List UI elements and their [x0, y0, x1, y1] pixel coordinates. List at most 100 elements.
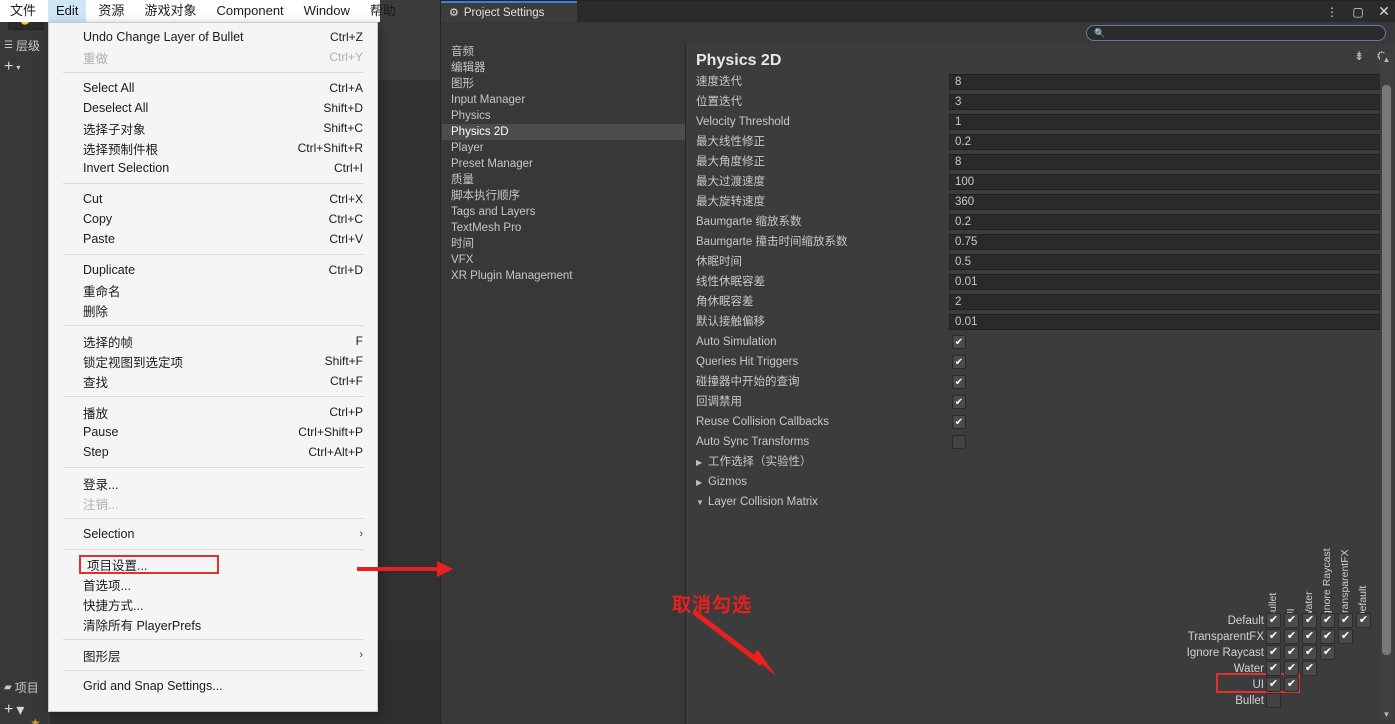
foldout-header[interactable]: ▶ 工作选择（实验性） [696, 452, 812, 473]
property-checkbox[interactable]: ✔ [952, 355, 966, 369]
search-box[interactable]: 🔍 [1086, 25, 1386, 41]
menu-item[interactable]: Copy Ctrl+C [49, 209, 377, 229]
menu-item[interactable]: 快捷方式... [49, 594, 377, 614]
settings-nav-item[interactable]: Physics 2D [442, 124, 685, 140]
property-checkbox[interactable]: ✔ [952, 375, 966, 389]
property-value-field[interactable]: 8 [949, 154, 1385, 170]
settings-nav-item[interactable]: Preset Manager [442, 156, 685, 172]
tab-project-settings[interactable]: ⚙ Project Settings [441, 1, 577, 22]
menu-item[interactable]: Step Ctrl+Alt+P [49, 442, 377, 462]
matrix-checkbox[interactable]: ✔ [1338, 629, 1353, 644]
menu-item[interactable]: 项目设置... [79, 555, 219, 574]
menu-item[interactable]: 选择预制件根 Ctrl+Shift+R [49, 138, 377, 158]
project-tab[interactable]: ▰ 项目 [0, 676, 48, 698]
menu-item[interactable]: 查找 Ctrl+F [49, 371, 377, 391]
matrix-checkbox[interactable] [1266, 693, 1281, 708]
matrix-checkbox[interactable]: ✔ [1284, 661, 1299, 676]
property-value-field[interactable]: 1 [949, 114, 1385, 130]
matrix-checkbox[interactable]: ✔ [1320, 645, 1335, 660]
settings-nav-item[interactable]: Player [442, 140, 685, 156]
maximize-icon[interactable]: ▢ [1350, 5, 1366, 19]
menu-item[interactable]: Cut Ctrl+X [49, 189, 377, 209]
matrix-checkbox[interactable]: ✔ [1356, 613, 1371, 628]
matrix-checkbox[interactable]: ✔ [1302, 645, 1317, 660]
menu-item[interactable]: Deselect All Shift+D [49, 98, 377, 118]
settings-nav-item[interactable]: VFX [442, 252, 685, 268]
matrix-checkbox[interactable]: ✔ [1266, 613, 1281, 628]
matrix-checkbox[interactable]: ✔ [1302, 629, 1317, 644]
triangle-down-icon[interactable]: ▼ [696, 493, 708, 513]
menu-item[interactable]: Pause Ctrl+Shift+P [49, 422, 377, 442]
hierarchy-tab[interactable]: ☰ 层级 [0, 34, 48, 56]
menu-item[interactable]: Select All Ctrl+A [49, 78, 377, 98]
menu-item[interactable]: 删除 [49, 300, 377, 320]
matrix-checkbox[interactable]: ✔ [1320, 613, 1335, 628]
search-input[interactable] [1110, 27, 1366, 39]
menubar-item-4[interactable]: Component [208, 0, 291, 22]
close-icon[interactable]: ✕ [1376, 3, 1392, 20]
property-checkbox[interactable]: ✔ [952, 335, 966, 349]
property-value-field[interactable]: 0.5 [949, 254, 1385, 270]
settings-nav-item[interactable]: XR Plugin Management [442, 268, 685, 284]
settings-nav-item[interactable]: TextMesh Pro [442, 220, 685, 236]
menu-item[interactable]: 清除所有 PlayerPrefs [49, 614, 377, 634]
settings-nav-item[interactable]: Input Manager [442, 92, 685, 108]
property-value-field[interactable]: 100 [949, 174, 1385, 190]
matrix-checkbox[interactable]: ✔ [1266, 645, 1281, 660]
property-value-field[interactable]: 0.2 [949, 134, 1385, 150]
menubar-item-0[interactable]: 文件 [2, 0, 44, 22]
matrix-checkbox[interactable]: ✔ [1284, 629, 1299, 644]
menu-item[interactable]: Paste Ctrl+V [49, 229, 377, 249]
menu-item[interactable]: Undo Change Layer of Bullet Ctrl+Z [49, 27, 377, 47]
menu-item[interactable]: 选择的帧 F [49, 331, 377, 351]
matrix-checkbox[interactable]: ✔ [1284, 645, 1299, 660]
matrix-checkbox[interactable]: ✔ [1266, 661, 1281, 676]
property-value-field[interactable]: 0.2 [949, 214, 1385, 230]
settings-nav-item[interactable]: 图形 [442, 76, 685, 92]
property-value-field[interactable]: 360 [949, 194, 1385, 210]
property-value-field[interactable]: 0.01 [949, 274, 1385, 290]
menubar-item-5[interactable]: Window [296, 0, 358, 22]
settings-nav-item[interactable]: 质量 [442, 172, 685, 188]
matrix-checkbox[interactable]: ✔ [1302, 613, 1317, 628]
property-checkbox[interactable]: ✔ [952, 415, 966, 429]
menu-item[interactable]: 首选项... [49, 574, 377, 594]
scroll-down-arrow[interactable]: ▼ [1382, 710, 1391, 719]
menu-item[interactable]: Selection › [49, 524, 377, 544]
matrix-checkbox[interactable]: ✔ [1266, 677, 1281, 692]
menu-item[interactable]: 图形层 › [49, 645, 377, 665]
matrix-checkbox[interactable]: ✔ [1284, 613, 1299, 628]
property-value-field[interactable]: 8 [949, 74, 1385, 90]
settings-nav-item[interactable]: Physics [442, 108, 685, 124]
matrix-checkbox[interactable]: ✔ [1338, 613, 1353, 628]
settings-nav-item[interactable]: Tags and Layers [442, 204, 685, 220]
vertical-scrollbar[interactable]: ▲ ▼ [1380, 53, 1393, 721]
menu-item[interactable]: Invert Selection Ctrl+I [49, 158, 377, 178]
hierarchy-add-button[interactable]: + ▾ [4, 58, 20, 76]
menubar-item-6[interactable]: 帮助 [362, 0, 404, 22]
menu-item[interactable]: 重命名 [49, 280, 377, 300]
property-checkbox[interactable] [952, 435, 966, 449]
foldout-header[interactable]: ▶ Gizmos [696, 472, 747, 493]
menu-item[interactable]: 重做 Ctrl+Y [49, 47, 377, 67]
menu-item[interactable]: 播放 Ctrl+P [49, 402, 377, 422]
menu-item[interactable]: Grid and Snap Settings... [49, 676, 377, 696]
matrix-checkbox[interactable]: ✔ [1302, 661, 1317, 676]
menubar-item-3[interactable]: 游戏对象 [136, 0, 204, 22]
scroll-up-arrow[interactable]: ▲ [1382, 55, 1391, 64]
property-value-field[interactable]: 2 [949, 294, 1385, 310]
kebab-menu-icon[interactable]: ⋮ [1324, 5, 1340, 19]
menubar-item-2[interactable]: 资源 [90, 0, 132, 22]
matrix-checkbox[interactable]: ✔ [1284, 677, 1299, 692]
triangle-right-icon[interactable]: ▶ [696, 473, 708, 493]
triangle-right-icon[interactable]: ▶ [696, 453, 708, 473]
property-checkbox[interactable]: ✔ [952, 395, 966, 409]
settings-nav-item[interactable]: 时间 [442, 236, 685, 252]
property-value-field[interactable]: 0.01 [949, 314, 1385, 330]
project-add-button[interactable]: + ▾ [4, 700, 24, 720]
foldout-header[interactable]: ▼ Layer Collision Matrix [696, 492, 818, 513]
menubar-item-1[interactable]: Edit [48, 0, 87, 22]
matrix-checkbox[interactable]: ✔ [1320, 629, 1335, 644]
property-value-field[interactable]: 0.75 [949, 234, 1385, 250]
settings-nav-item[interactable]: 音频 [442, 44, 685, 60]
